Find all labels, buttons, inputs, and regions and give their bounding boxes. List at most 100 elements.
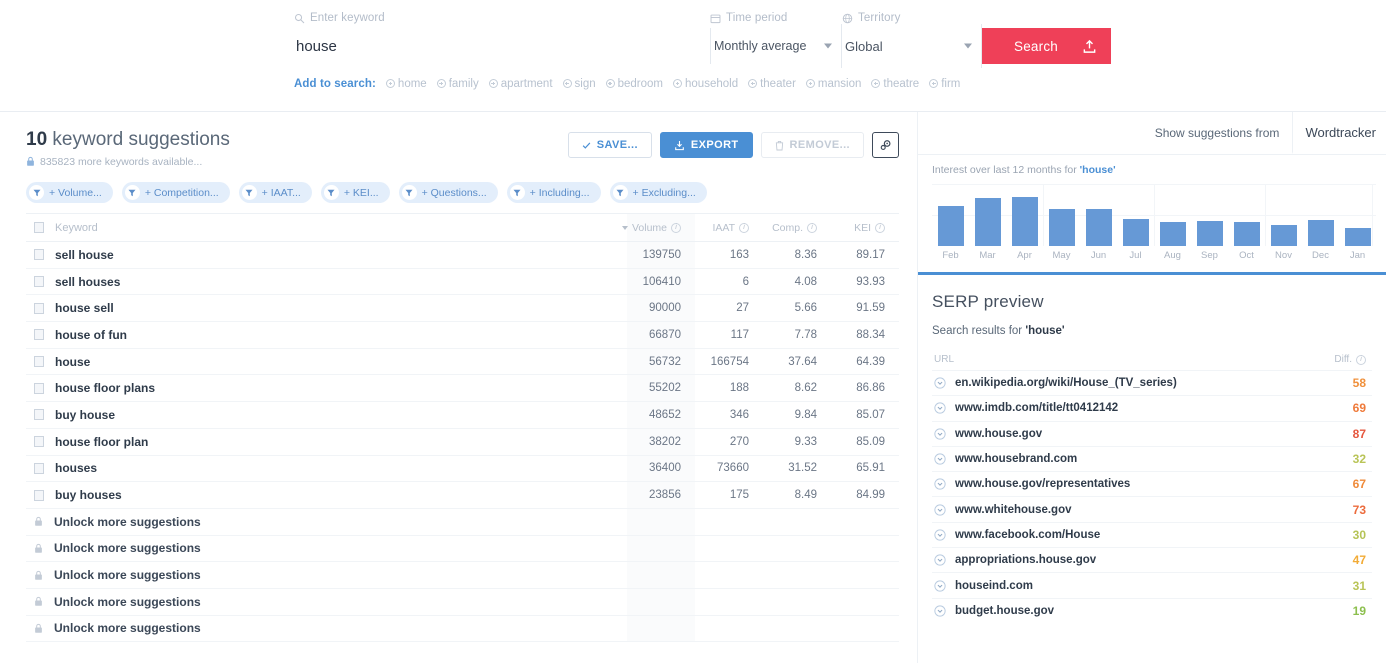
chart-bar-column[interactable] xyxy=(1339,184,1376,246)
serp-result-row[interactable]: en.wikipedia.org/wiki/House_(TV_series) 5… xyxy=(932,370,1372,395)
plus-icon xyxy=(385,79,395,88)
export-button[interactable]: EXPORT xyxy=(659,132,753,158)
filter-chip-including[interactable]: + Including... xyxy=(506,182,601,203)
add-term-home[interactable]: home xyxy=(385,78,427,90)
header-iaat-cell[interactable]: IAAT i xyxy=(695,222,763,234)
row-checkbox[interactable] xyxy=(34,329,44,341)
remove-button[interactable]: REMOVE... xyxy=(760,132,864,158)
serp-result-row[interactable]: www.house.gov/representatives 67 xyxy=(932,471,1372,496)
serp-result-row[interactable]: www.whitehouse.gov 73 xyxy=(932,496,1372,521)
chart-bar-column[interactable] xyxy=(1228,184,1265,246)
row-checkbox[interactable] xyxy=(34,382,44,394)
chart-bar-column[interactable] xyxy=(1043,184,1080,246)
locked-row[interactable]: Unlock more suggestions xyxy=(26,562,899,589)
serp-result-row[interactable]: www.facebook.com/House 30 xyxy=(932,521,1372,547)
info-icon[interactable]: i xyxy=(875,222,885,233)
chevron-down-circle-icon[interactable] xyxy=(934,504,946,516)
serp-result-row[interactable]: houseind.com 31 xyxy=(932,572,1372,597)
page-title: 10 keyword suggestions xyxy=(26,129,230,151)
info-icon[interactable]: i xyxy=(807,222,817,233)
add-term-apartment[interactable]: apartment xyxy=(488,78,553,90)
row-keyword: buy houses xyxy=(55,488,122,503)
row-checkbox[interactable] xyxy=(34,276,44,288)
filter-chip-iaat[interactable]: + IAAT... xyxy=(238,182,312,203)
chart-bar-column[interactable] xyxy=(932,184,969,246)
add-term-firm[interactable]: firm xyxy=(929,78,960,90)
chevron-down-circle-icon[interactable] xyxy=(934,428,946,440)
info-icon[interactable]: i xyxy=(739,222,749,233)
chart-bar-column[interactable] xyxy=(1117,184,1154,246)
chevron-down-circle-icon[interactable] xyxy=(934,529,946,541)
add-term-mansion[interactable]: mansion xyxy=(805,78,861,90)
filter-chip-excluding[interactable]: + Excluding... xyxy=(609,182,707,203)
add-term-family[interactable]: family xyxy=(436,78,479,90)
serp-result-row[interactable]: www.housebrand.com 32 xyxy=(932,445,1372,471)
serp-result-row[interactable]: www.house.gov 87 xyxy=(932,420,1372,446)
settings-button[interactable] xyxy=(872,132,899,158)
locked-row[interactable]: Unlock more suggestions xyxy=(26,535,899,563)
row-checkbox[interactable] xyxy=(34,249,44,261)
filter-chip-kei[interactable]: + KEI... xyxy=(320,182,390,203)
header-volume-cell[interactable]: Volume i xyxy=(621,214,695,241)
chart-bar-column[interactable] xyxy=(969,184,1006,246)
table-row[interactable]: house 56732 166754 37.64 64.39 xyxy=(26,348,899,376)
lock-icon xyxy=(26,156,35,167)
table-row[interactable]: house of fun 66870 117 7.78 88.34 xyxy=(26,322,899,349)
add-term-bedroom[interactable]: bedroom xyxy=(605,78,663,90)
row-checkbox[interactable] xyxy=(34,462,44,474)
table-row[interactable]: houses 36400 73660 31.52 65.91 xyxy=(26,455,899,483)
table-row[interactable]: sell houses 106410 6 4.08 93.93 xyxy=(26,268,899,296)
territory-select[interactable]: Global xyxy=(842,24,982,68)
locked-row[interactable]: Unlock more suggestions xyxy=(26,508,899,536)
chevron-down-circle-icon[interactable] xyxy=(934,478,946,490)
filter-chip-questions[interactable]: + Questions... xyxy=(398,182,498,203)
table-row[interactable]: sell house 139750 163 8.36 89.17 xyxy=(26,242,899,269)
table-row[interactable]: house floor plans 55202 188 8.62 86.86 xyxy=(26,375,899,403)
row-checkbox[interactable] xyxy=(34,302,44,314)
table-row[interactable]: buy houses 23856 175 8.49 84.99 xyxy=(26,482,899,509)
info-icon[interactable]: i xyxy=(1356,354,1366,365)
chart-bar-column[interactable] xyxy=(1154,184,1191,246)
chart-bar-column[interactable] xyxy=(1191,184,1228,246)
time-period-select[interactable]: Monthly average xyxy=(710,24,842,68)
filter-chip-competition[interactable]: + Competition... xyxy=(121,182,230,203)
table-row[interactable]: house floor plan 38202 270 9.33 85.09 xyxy=(26,428,899,456)
tab-wordtracker[interactable]: Wordtracker xyxy=(1292,112,1386,154)
chevron-down-circle-icon[interactable] xyxy=(934,402,946,415)
chart-bar-column[interactable] xyxy=(1265,184,1302,246)
row-volume: 56732 xyxy=(627,348,695,375)
locked-row[interactable]: Unlock more suggestions xyxy=(26,588,899,616)
row-checkbox[interactable] xyxy=(34,436,44,448)
serp-result-row[interactable]: www.imdb.com/title/tt0412142 69 xyxy=(932,395,1372,420)
row-checkbox[interactable] xyxy=(34,489,44,501)
filter-chip-volume[interactable]: + Volume... xyxy=(26,182,113,203)
info-icon[interactable]: i xyxy=(671,222,681,233)
serp-result-row[interactable]: budget.house.gov 19 xyxy=(932,597,1372,623)
row-checkbox[interactable] xyxy=(34,356,44,368)
chart-bar-column[interactable] xyxy=(1302,184,1339,246)
chevron-down-circle-icon[interactable] xyxy=(934,554,946,566)
serp-result-row[interactable]: appropriations.house.gov 47 xyxy=(932,547,1372,572)
chevron-down-circle-icon[interactable] xyxy=(934,579,946,592)
table-row[interactable]: house sell 90000 27 5.66 91.59 xyxy=(26,295,899,323)
add-term-household[interactable]: household xyxy=(673,78,738,90)
search-input[interactable] xyxy=(294,28,710,64)
row-checkbox[interactable] xyxy=(34,409,44,421)
add-term-sign[interactable]: sign xyxy=(562,78,596,90)
locked-row[interactable]: Unlock more suggestions xyxy=(26,615,899,643)
chart-bar-column[interactable] xyxy=(1080,184,1117,246)
table-row[interactable]: buy house 48652 346 9.84 85.07 xyxy=(26,402,899,429)
chevron-down-circle-icon[interactable] xyxy=(934,605,946,617)
save-button[interactable]: SAVE... xyxy=(567,132,652,158)
chart-bar-column[interactable] xyxy=(1006,184,1043,246)
chevron-down-circle-icon[interactable] xyxy=(934,453,946,465)
header-kei-cell[interactable]: KEI i xyxy=(831,222,899,234)
row-volume: 106410 xyxy=(627,268,695,295)
add-term-theater[interactable]: theater xyxy=(748,78,796,90)
search-button[interactable]: Search xyxy=(982,28,1111,64)
add-term-theatre[interactable]: theatre xyxy=(871,78,919,90)
header-comp-cell[interactable]: Comp. i xyxy=(763,222,831,234)
chevron-down-circle-icon[interactable] xyxy=(934,377,946,389)
row-volume: 90000 xyxy=(627,295,695,322)
select-all-checkbox[interactable] xyxy=(34,222,44,233)
